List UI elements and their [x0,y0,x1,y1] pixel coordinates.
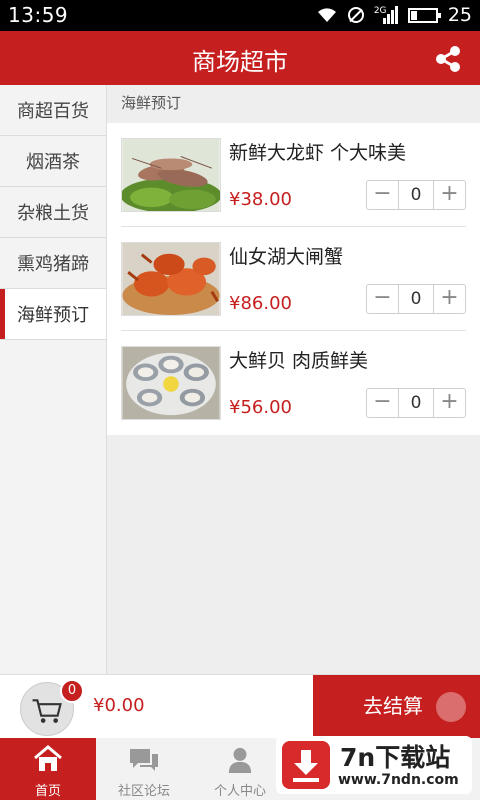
increment-button[interactable]: + [434,181,465,209]
tab-label: 个人中心 [213,784,266,799]
wifi-icon [317,8,336,22]
sidebar-item-smoked-meat[interactable]: 熏鸡猪蹄 [0,238,106,289]
sidebar-item-label: 烟酒茶 [26,152,80,173]
status-bar: 13:59 2G 25 [0,0,480,31]
tab-forum[interactable]: 社区论坛 [96,738,192,800]
arrow-icon [436,692,466,722]
section-title: 海鲜预订 [121,94,182,112]
sidebar-item-label: 熏鸡猪蹄 [17,254,89,275]
cart-count-badge: 0 [60,679,84,703]
checkout-button[interactable]: 去结算 [313,675,480,739]
category-sidebar: 商超百货 烟酒茶 杂粮土货 熏鸡猪蹄 海鲜预订 [0,85,107,674]
product-name: 仙女湖大闸蟹 [229,246,344,268]
battery-icon [407,7,441,23]
product-item[interactable]: 新鲜大龙虾 个大味美 ¥38.00 − 0 + [121,123,466,227]
product-price: ¥38.00 [229,189,292,210]
signal-icon: 2G [374,6,398,24]
quantity-stepper: − 0 + [366,180,466,210]
watermark-url: www.7ndn.com [338,772,459,788]
decrement-button[interactable]: − [367,285,398,313]
page-title: 商场超市 [192,48,288,76]
oyster-image [121,346,221,420]
product-list: 新鲜大龙虾 个大味美 ¥38.00 − 0 + 仙女湖大闸蟹 ¥86.00 − [107,123,480,435]
watermark-title: 7n下载站 [340,743,451,772]
product-name: 大鲜贝 肉质鲜美 [229,350,369,372]
no-sim-icon [347,7,364,23]
increment-button[interactable]: + [434,389,465,417]
product-panel: 海鲜预订 新鲜大龙虾 个大味美 ¥38.00 − 0 + 仙女湖大闸蟹 ¥86.… [107,85,480,674]
sidebar-item-grains[interactable]: 杂粮土货 [0,187,106,238]
sidebar-item-label: 杂粮土货 [17,203,89,224]
quantity-value[interactable]: 0 [398,285,434,313]
quantity-stepper: − 0 + [366,388,466,418]
product-price: ¥56.00 [229,397,292,418]
cart-bar: 0 ¥0.00 去结算 [0,674,480,739]
crab-image [121,242,221,316]
quantity-stepper: − 0 + [366,284,466,314]
decrement-button[interactable]: − [367,181,398,209]
quantity-value[interactable]: 0 [398,389,434,417]
product-item[interactable]: 仙女湖大闸蟹 ¥86.00 − 0 + [121,227,466,331]
lobster-image [121,138,221,212]
watermark: 7n下载站 www.7ndn.com [276,736,472,794]
battery-percent: 25 [447,4,472,26]
share-icon[interactable] [434,45,462,73]
tab-label: 首页 [34,784,61,799]
title-bar: 商场超市 [0,31,480,85]
sidebar-item-general[interactable]: 商超百货 [0,85,106,136]
tab-home[interactable]: 首页 [0,738,96,800]
download-icon [282,741,330,789]
home-icon [34,745,62,771]
sidebar-item-tobacco-tea[interactable]: 烟酒茶 [0,136,106,187]
increment-button[interactable]: + [434,285,465,313]
product-name: 新鲜大龙虾 个大味美 [229,142,407,164]
status-icons: 2G 25 [316,4,472,26]
product-item[interactable]: 大鲜贝 肉质鲜美 ¥56.00 − 0 + [121,331,466,435]
status-time: 13:59 [8,3,69,27]
product-price: ¥86.00 [229,293,292,314]
checkout-label: 去结算 [363,694,423,718]
decrement-button[interactable]: − [367,389,398,417]
tab-label: 社区论坛 [117,784,170,799]
quantity-value[interactable]: 0 [398,181,434,209]
user-icon [228,747,252,773]
tab-profile[interactable]: 个人中心 [192,738,288,800]
chat-icon [130,749,158,771]
cart-total: ¥0.00 [93,695,145,716]
sidebar-item-label: 商超百货 [17,101,89,122]
sidebar-item-seafood[interactable]: 海鲜预订 [0,289,106,340]
sidebar-item-label: 海鲜预订 [17,305,89,326]
